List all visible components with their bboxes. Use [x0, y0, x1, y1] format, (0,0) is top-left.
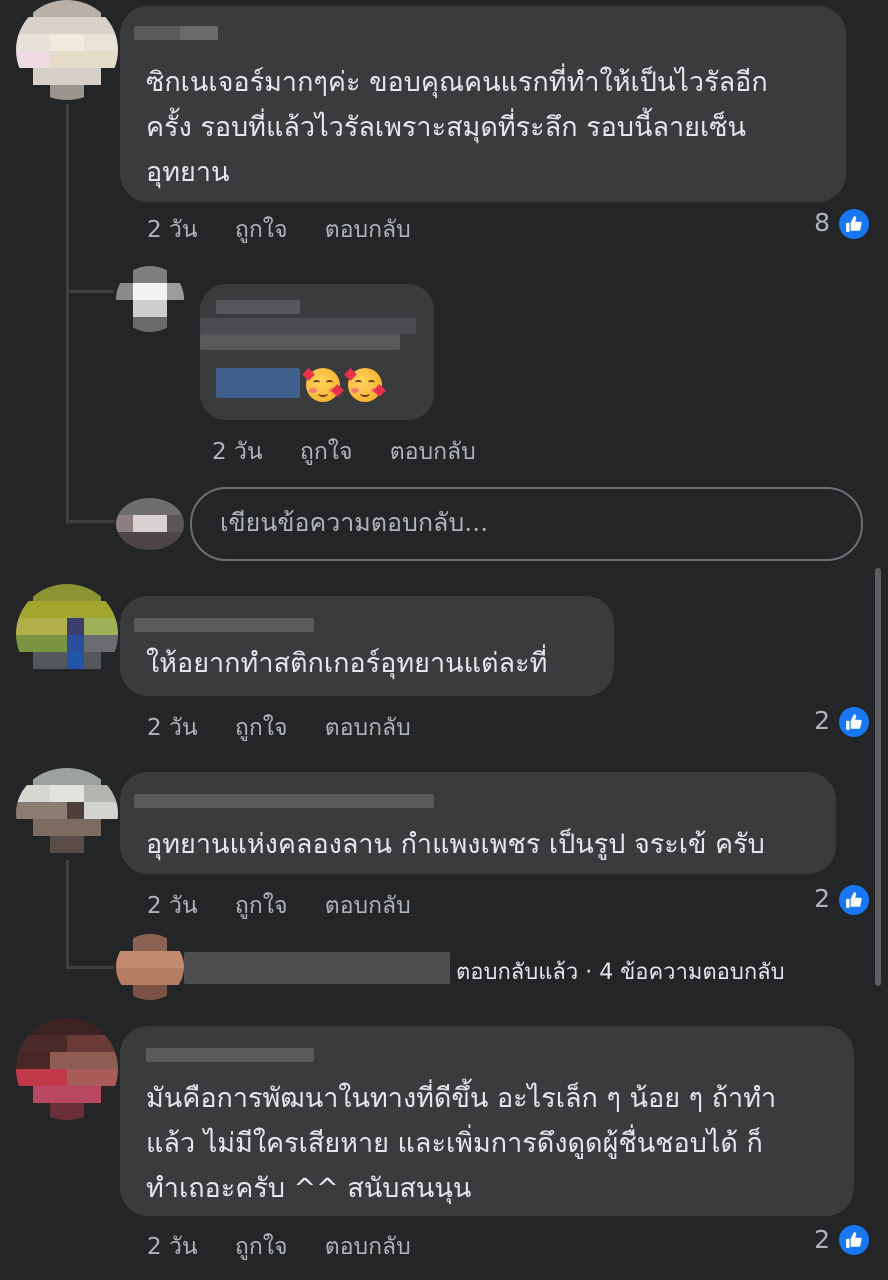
commenter-name-blurred[interactable] [134, 618, 314, 632]
like-button[interactable]: ถูกใจ [300, 434, 353, 470]
comment-bubble: อุทยานแห่งคลองลาน กำแพงเพชร เป็นรูป จระเ… [120, 772, 836, 874]
reply-connector [66, 966, 114, 969]
reply-connector [66, 290, 114, 293]
commenter-name-blurred[interactable] [134, 794, 434, 808]
replier-name-blurred[interactable] [184, 952, 450, 984]
reaction-count[interactable]: 2 [790, 1225, 830, 1254]
comment-bubble: มันคือการพัฒนาในทางที่ดีขึ้น อะไรเล็ก ๆ … [120, 1026, 854, 1216]
replier-name-blurred[interactable] [216, 300, 300, 314]
smiling-face-with-hearts-emoji [302, 368, 344, 402]
comment-actions: 2 วัน ถูกใจ ตอบกลับ [147, 888, 411, 924]
avatar[interactable] [116, 266, 184, 332]
comment-time[interactable]: 2 วัน [147, 212, 198, 248]
reply-button[interactable]: ตอบกลับ [325, 710, 411, 746]
reply-actions: 2 วัน ถูกใจ ตอบกลับ [212, 434, 476, 470]
avatar[interactable] [16, 0, 118, 100]
comment-actions: 2 วัน ถูกใจ ตอบกลับ [147, 710, 411, 746]
reaction-count[interactable]: 2 [790, 884, 830, 913]
like-reaction-icon[interactable] [837, 1223, 871, 1257]
scrollbar[interactable] [875, 568, 881, 986]
comment-time[interactable]: 2 วัน [147, 1229, 198, 1265]
like-button[interactable]: ถูกใจ [235, 1229, 288, 1265]
reaction-count[interactable]: 8 [790, 208, 830, 237]
comment-time[interactable]: 2 วัน [147, 710, 198, 746]
view-replies-link[interactable]: ตอบกลับแล้ว · 4 ข้อความตอบกลับ [456, 954, 785, 989]
avatar[interactable] [16, 768, 118, 858]
tagged-name-blurred[interactable] [216, 368, 300, 398]
thread-line [66, 860, 69, 968]
current-user-avatar [116, 498, 184, 550]
reply-input-box[interactable] [190, 487, 863, 561]
comment-text-line: ให้อยากทำสติกเกอร์อุทยานแต่ละที่ [146, 648, 548, 679]
comment-time[interactable]: 2 วัน [147, 888, 198, 924]
comment-bubble: ซิกเนเจอร์มากๆค่ะ ขอบคุณคนแรกที่ทำให้เป็… [120, 6, 846, 202]
reply-button[interactable]: ตอบกลับ [325, 888, 411, 924]
comment-bubble: ให้อยากทำสติกเกอร์อุทยานแต่ละที่ [120, 596, 614, 696]
comment-text-line: อุทยานแห่งคลองลาน กำแพงเพชร เป็นรูป จระเ… [146, 829, 765, 860]
reply-button[interactable]: ตอบกลับ [390, 434, 476, 470]
comment-actions: 2 วัน ถูกใจ ตอบกลับ [147, 212, 411, 248]
reply-button[interactable]: ตอบกลับ [325, 1229, 411, 1265]
like-reaction-icon[interactable] [837, 705, 871, 739]
thread-line [66, 104, 69, 524]
reply-input[interactable] [218, 503, 822, 541]
like-button[interactable]: ถูกใจ [235, 888, 288, 924]
smiling-face-with-hearts-emoji [344, 368, 386, 402]
comment-text-line: มันคือการพัฒนาในทางที่ดีขึ้น อะไรเล็ก ๆ … [146, 1083, 777, 1114]
avatar[interactable] [116, 934, 184, 1000]
reply-connector [66, 520, 114, 523]
commenter-name-blurred[interactable] [146, 1048, 314, 1062]
reply-time[interactable]: 2 วัน [212, 434, 263, 470]
comment-actions: 2 วัน ถูกใจ ตอบกลับ [147, 1229, 411, 1265]
comment-text-line: ครั้ง รอบที่แล้วไวรัลเพราะสมุดที่ระลึก ร… [146, 112, 747, 143]
like-button[interactable]: ถูกใจ [235, 710, 288, 746]
comment-text-line: ซิกเนเจอร์มากๆค่ะ ขอบคุณคนแรกที่ทำให้เป็… [146, 67, 768, 98]
avatar[interactable] [16, 584, 118, 684]
like-reaction-icon[interactable] [837, 207, 871, 241]
comment-text-line: แล้ว ไม่มีใครเสียหาย และเพิ่มการดึงดูดผู… [146, 1128, 763, 1159]
like-reaction-icon[interactable] [837, 883, 871, 917]
reply-button[interactable]: ตอบกลับ [325, 212, 411, 248]
comment-text-line: อุทยาน [146, 157, 230, 188]
reaction-count[interactable]: 2 [790, 706, 830, 735]
comment-text-line: ทำเถอะครับ ^^ สนับสนนุน [146, 1173, 472, 1204]
avatar[interactable] [16, 1018, 118, 1120]
like-button[interactable]: ถูกใจ [235, 212, 288, 248]
